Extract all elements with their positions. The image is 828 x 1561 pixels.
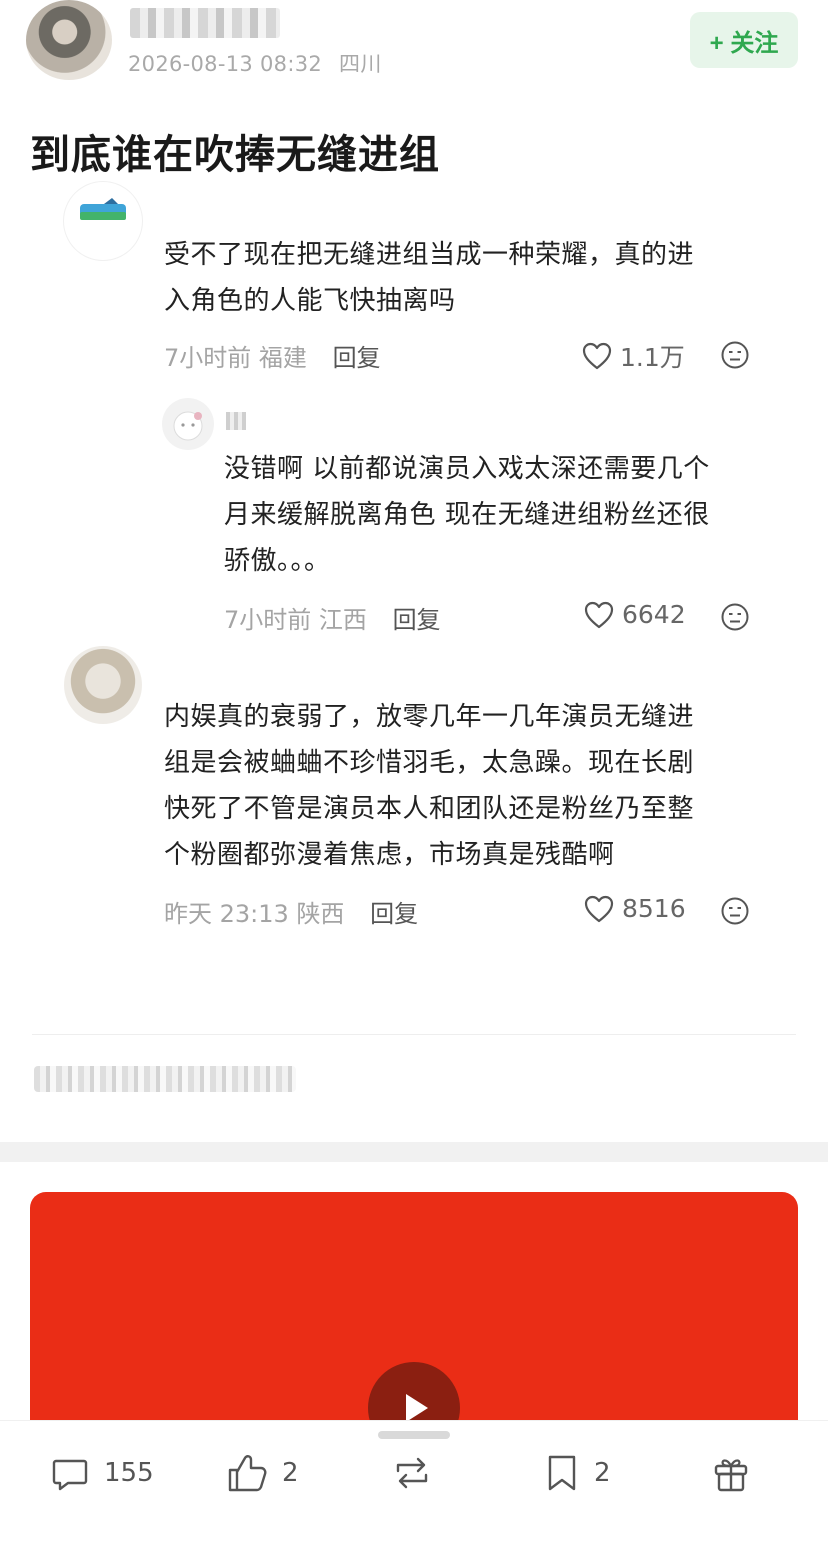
reply-time: 7小时前 (224, 606, 312, 634)
comment-text: 内娱真的衰弱了，放零几年一几年演员无缝进 组是会被蛐蛐不珍惜羽毛，太急躁。现在长… (164, 702, 695, 870)
post-meta: 2026-08-13 08:32 四川 (128, 48, 382, 78)
favorite-count: 2 (594, 1458, 611, 1488)
post-location: 四川 (339, 52, 382, 76)
heart-icon (584, 895, 614, 922)
gift-icon (714, 1459, 748, 1492)
post-title: 到底谁在吹捧无缝进组 (30, 132, 440, 178)
post-header: 2026-08-13 08:32 四川 + 关注 (0, 0, 828, 100)
repost-icon (396, 1457, 428, 1489)
reply-button[interactable]: 回复 (393, 606, 441, 634)
comment-location: 福建 (258, 344, 307, 372)
like-count: 6642 (622, 600, 686, 629)
comment-meta: 7小时前 福建 回复 (164, 338, 381, 373)
comment-location: 陕西 (296, 900, 345, 928)
author-name-blurred[interactable] (130, 8, 280, 38)
comment-icon (52, 1459, 88, 1491)
comment-count: 155 (104, 1458, 154, 1488)
bottom-action-bar: 155 2 2 (0, 1420, 828, 1561)
bookmark-icon (548, 1455, 576, 1491)
commenter-avatar[interactable] (64, 182, 142, 260)
comment-button[interactable]: 155 (50, 1451, 154, 1495)
reply-location: 江西 (318, 606, 367, 634)
reply-meta: 7小时前 江西 回复 (224, 600, 441, 635)
post-date: 2026-08-13 08:32 (128, 52, 323, 76)
comment-item: 内娱真的衰弱了，放零几年一几年演员无缝进 组是会被蛐蛐不珍惜羽毛，太急躁。现在长… (0, 646, 828, 950)
like-button[interactable]: 6642 (584, 600, 686, 629)
like-post-button[interactable]: 2 (226, 1451, 299, 1495)
heart-icon (584, 601, 614, 628)
commenter-avatar[interactable] (64, 646, 142, 724)
comment-meta: 昨天 23:13 陕西 回复 (164, 894, 418, 929)
emoji-icon[interactable] (720, 896, 750, 926)
video-card[interactable] (30, 1192, 798, 1452)
reply-button[interactable]: 回复 (333, 344, 381, 372)
thumb-up-icon (228, 1455, 267, 1492)
comment-time: 7小时前 (164, 344, 252, 372)
divider (32, 1034, 796, 1035)
comment-time: 昨天 23:13 (164, 900, 289, 928)
comment-item: 受不了现在把无缝进组当成一种荣耀，真的进 入角色的人能飞快抽离吗 7小时前 福建… (0, 182, 828, 640)
reply-button[interactable]: 回复 (370, 900, 418, 928)
reply-avatar[interactable] (162, 398, 214, 450)
emoji-icon[interactable] (720, 602, 750, 632)
emoji-icon[interactable] (720, 340, 750, 370)
reply-text: 没错啊 以前都说演员入戏太深还需要几个 月来缓解脱离角色 现在无缝进组粉丝还很 … (224, 454, 710, 576)
like-count: 8516 (622, 894, 686, 923)
like-button[interactable]: 8516 (584, 894, 686, 923)
blurred-link[interactable] (34, 1066, 296, 1092)
follow-label: + 关注 (709, 29, 779, 57)
drag-handle[interactable] (378, 1431, 450, 1439)
author-avatar[interactable] (26, 0, 112, 80)
follow-button[interactable]: + 关注 (690, 12, 798, 68)
like-count: 1.1万 (620, 343, 685, 372)
like-button[interactable]: 1.1万 (582, 338, 685, 374)
like-post-count: 2 (282, 1458, 299, 1488)
repost-button[interactable] (390, 1451, 448, 1495)
comment-text: 受不了现在把无缝进组当成一种荣耀，真的进 入角色的人能飞快抽离吗 (164, 240, 695, 316)
heart-icon (582, 342, 612, 370)
favorite-button[interactable]: 2 (544, 1451, 611, 1495)
reply-author-blurred[interactable] (226, 412, 246, 430)
section-separator (0, 1142, 828, 1162)
gift-button[interactable] (710, 1451, 766, 1495)
